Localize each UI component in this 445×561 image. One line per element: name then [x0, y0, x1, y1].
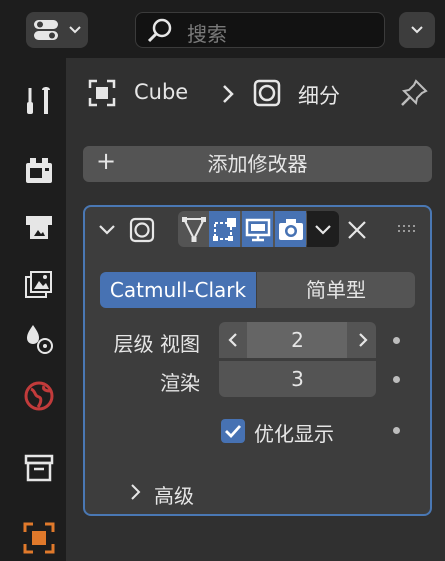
collection-icon[interactable]	[22, 451, 56, 485]
optimal-display-label: 优化显示	[254, 422, 334, 446]
breadcrumb-object-name: Cube	[134, 80, 189, 104]
optimal-display-checkbox[interactable]	[221, 419, 245, 443]
pin-icon[interactable]	[398, 77, 430, 109]
keyframe-dot[interactable]	[393, 337, 400, 344]
levels-viewport-value: 2	[291, 328, 304, 352]
decrement-arrow-icon[interactable]	[226, 331, 240, 349]
modifier-type-icon	[129, 217, 155, 243]
scene-icon[interactable]	[22, 322, 56, 356]
checkmark-icon	[225, 425, 242, 439]
render-levels-label: 渲染	[160, 371, 200, 395]
advanced-subpanel-header[interactable]: 高级	[154, 480, 194, 509]
chevron-down-icon	[315, 225, 331, 235]
breadcrumb-modifier-name: 细分	[298, 84, 340, 108]
edit-mode-icon	[213, 218, 236, 241]
modifier-icon	[253, 79, 281, 107]
edit-mode-toggle[interactable]	[209, 211, 240, 247]
on-cage-icon[interactable]	[181, 214, 207, 244]
view-layer-icon[interactable]	[22, 267, 56, 301]
modifier-extras-dropdown[interactable]	[307, 211, 339, 247]
chevron-down-icon	[69, 26, 81, 34]
search-placeholder: 搜索	[187, 22, 227, 46]
object-data-icon	[88, 79, 116, 107]
render-icon[interactable]	[22, 154, 56, 188]
menu-button[interactable]	[399, 12, 435, 48]
collapse-chevron-icon[interactable]	[97, 222, 117, 238]
levels-viewport-label: 层级 视图	[113, 332, 200, 356]
monitor-icon	[245, 218, 271, 242]
render-levels-value: 3	[291, 367, 304, 391]
editor-type-selector[interactable]	[26, 12, 88, 48]
chevron-right-icon	[223, 85, 234, 103]
drag-handle-icon[interactable]	[397, 222, 419, 236]
method-catmull-clark[interactable]: Catmull-Clark	[100, 272, 256, 308]
keyframe-dot[interactable]	[393, 427, 400, 434]
toggles-icon	[34, 20, 58, 40]
realtime-toggle[interactable]	[242, 211, 273, 247]
increment-arrow-icon[interactable]	[356, 331, 370, 349]
chevron-right-icon[interactable]	[128, 482, 142, 502]
search-icon	[147, 18, 172, 43]
world-icon[interactable]	[22, 379, 56, 413]
keyframe-dot[interactable]	[393, 376, 400, 383]
search-input[interactable]	[135, 12, 385, 48]
render-toggle[interactable]	[275, 211, 306, 247]
camera-icon	[279, 219, 303, 240]
method-simple[interactable]: 简单型	[257, 272, 415, 308]
chevron-down-icon	[411, 26, 423, 34]
tool-icon[interactable]	[22, 84, 56, 118]
properties-tab-bar	[0, 58, 66, 561]
object-icon[interactable]	[22, 521, 56, 555]
output-icon[interactable]	[22, 210, 56, 244]
close-icon[interactable]	[346, 219, 368, 241]
add-modifier-label: 添加修改器	[207, 152, 308, 176]
